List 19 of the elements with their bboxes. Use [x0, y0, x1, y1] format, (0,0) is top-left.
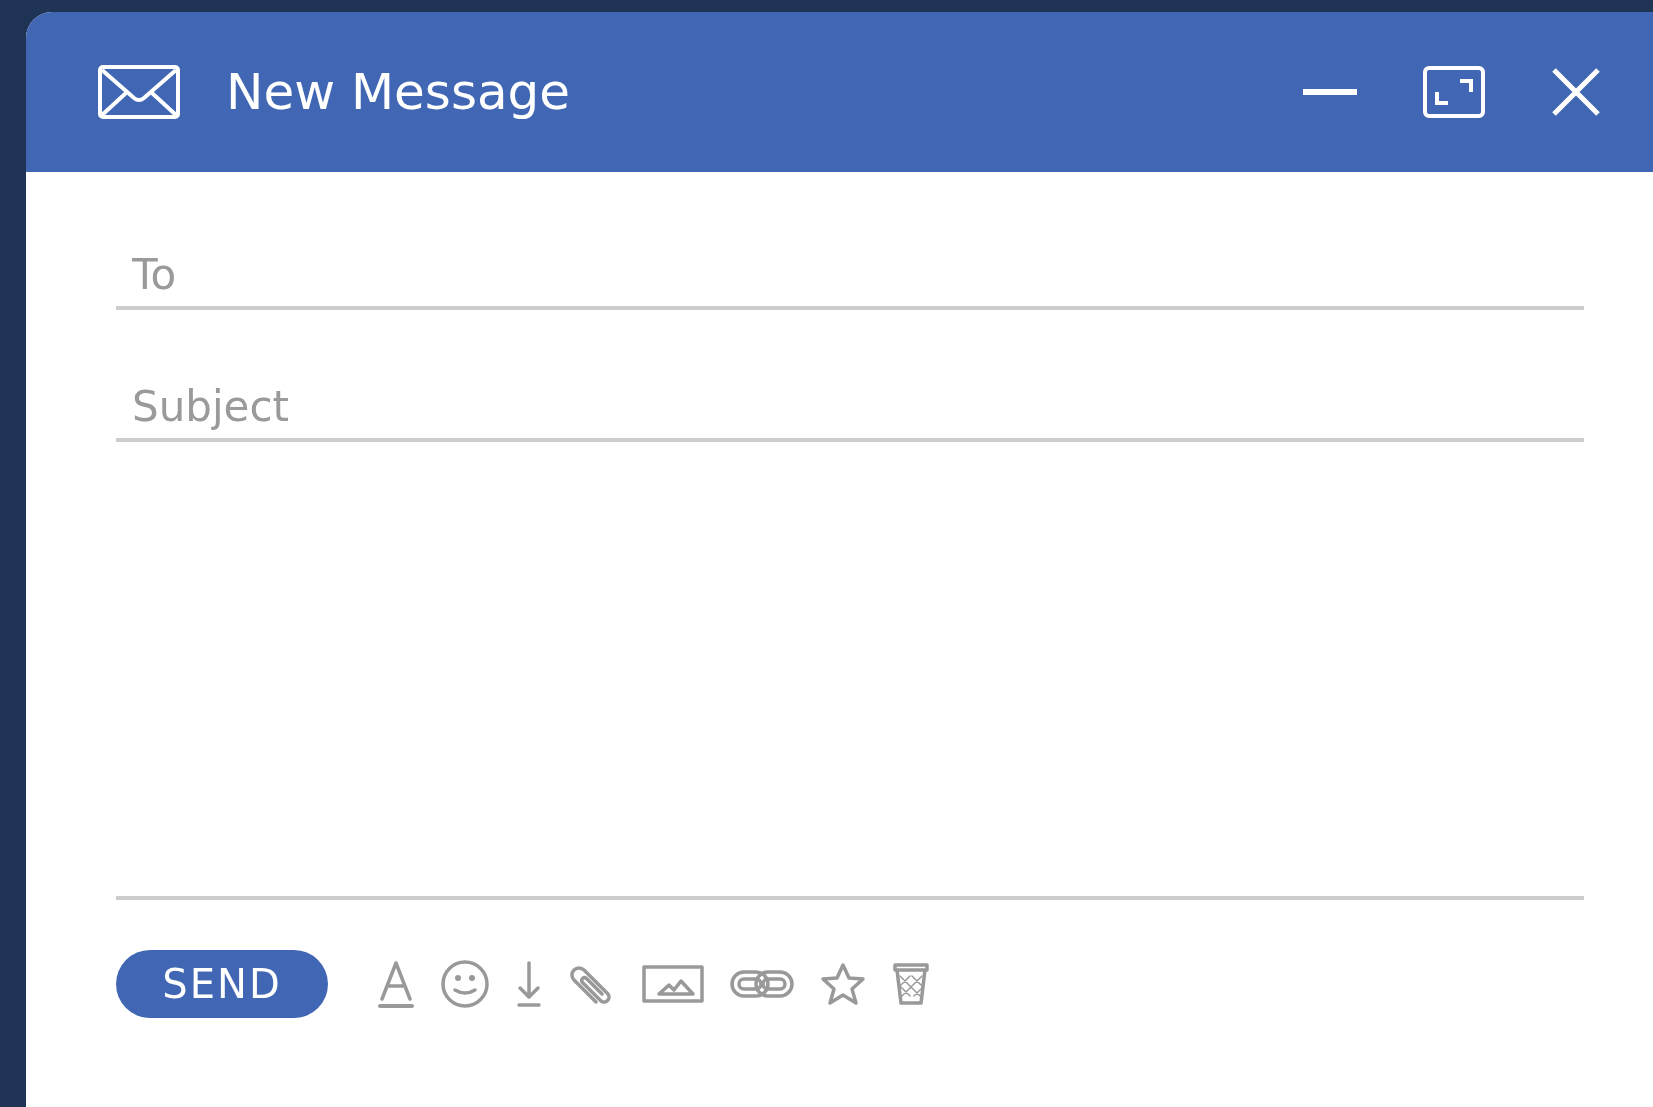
- close-button[interactable]: [1551, 67, 1601, 117]
- text-format-icon: [378, 959, 414, 1009]
- smiley-icon: [440, 959, 490, 1009]
- emoji-button[interactable]: [440, 959, 490, 1009]
- image-icon: [642, 964, 704, 1004]
- format-button[interactable]: [378, 959, 414, 1009]
- maximize-button[interactable]: [1423, 66, 1485, 118]
- trash-button[interactable]: [892, 962, 930, 1006]
- link-icon: [730, 969, 794, 999]
- image-button[interactable]: [642, 964, 704, 1004]
- envelope-icon: [98, 65, 180, 119]
- trash-icon: [892, 962, 930, 1006]
- download-icon: [516, 960, 542, 1008]
- download-button[interactable]: [516, 960, 542, 1008]
- star-button[interactable]: [820, 962, 866, 1006]
- star-icon: [820, 962, 866, 1006]
- window-title: New Message: [226, 63, 572, 121]
- send-button[interactable]: SEND: [116, 950, 328, 1018]
- link-button[interactable]: [730, 969, 794, 999]
